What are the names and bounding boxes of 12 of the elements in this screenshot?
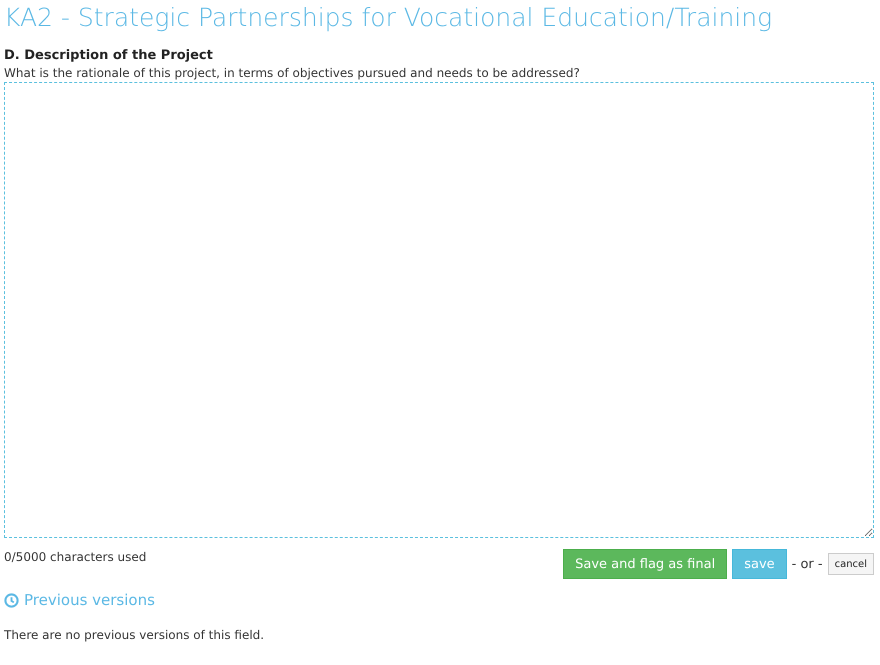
save-final-button[interactable]: Save and flag as final <box>563 549 728 579</box>
cancel-button[interactable]: cancel <box>828 553 874 575</box>
section-heading: D. Description of the Project <box>4 47 214 65</box>
no-versions-message: There are no previous versions of this field. <box>4 628 266 642</box>
save-button[interactable]: save <box>732 549 787 579</box>
previous-versions-link[interactable]: Previous versions <box>4 591 155 609</box>
page-title: KA2 - Strategic Partnerships for Vocational Education/Training <box>4 2 774 34</box>
clock-icon <box>4 592 19 608</box>
question-text: What is the rationale of this project, in terms of objectives pursued and needs to be addressed? <box>4 65 581 81</box>
or-separator: - or - <box>792 556 823 572</box>
answer-box[interactable] <box>4 82 874 538</box>
character-counter: 0/5000 characters used <box>4 549 146 565</box>
